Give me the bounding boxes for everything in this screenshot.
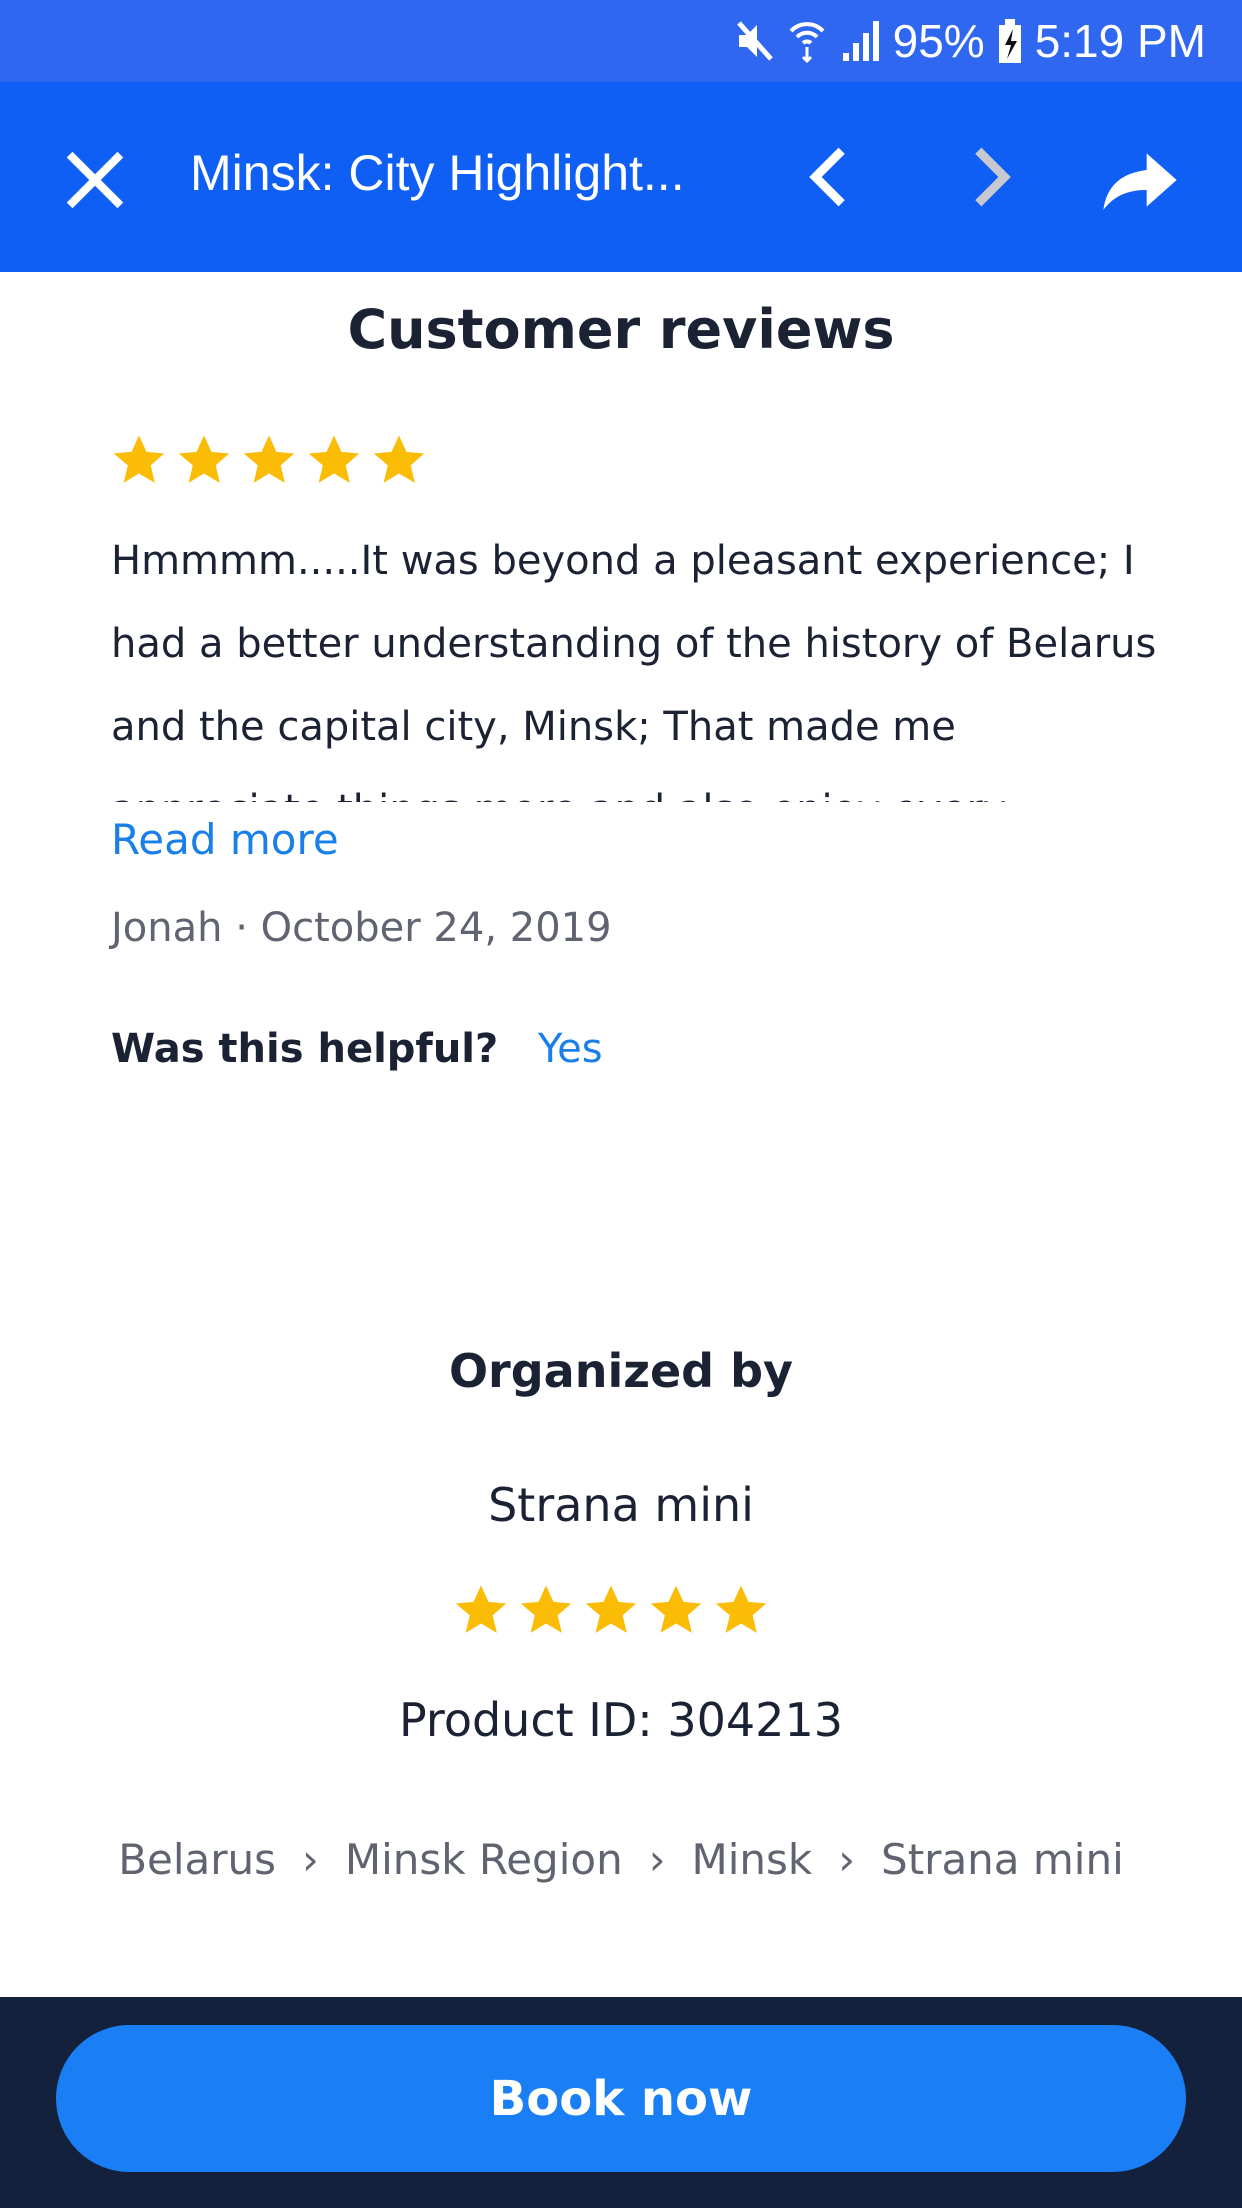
review-author: Jonah (111, 905, 223, 951)
mute-icon (736, 21, 773, 61)
helpful-label: Was this helpful? (111, 1026, 499, 1072)
meta-separator: · (235, 905, 248, 951)
star-icon (520, 1585, 572, 1633)
battery-charging-icon (998, 19, 1021, 63)
review-rating-stars (111, 432, 427, 488)
wifi-icon (789, 22, 825, 63)
forward-chevron-icon[interactable] (955, 142, 1025, 212)
clock: 5:19 PM (1034, 15, 1206, 67)
back-chevron-icon[interactable] (795, 142, 865, 212)
breadcrumb-separator-icon: › (302, 1835, 319, 1884)
star-icon (178, 435, 230, 483)
page-title: Minsk: City Highlight... (190, 145, 685, 201)
star-icon (650, 1585, 702, 1633)
star-icon (113, 435, 165, 483)
review-date: October 24, 2019 (260, 905, 612, 951)
helpful-yes-button[interactable]: Yes (538, 1026, 603, 1072)
toolbar: Minsk: City Highlight... (0, 82, 1242, 272)
breadcrumb-item[interactable]: Minsk (692, 1835, 813, 1884)
close-icon[interactable] (60, 150, 130, 210)
breadcrumb-item[interactable]: Belarus (118, 1835, 276, 1884)
star-icon (373, 435, 425, 483)
breadcrumb: Belarus › Minsk Region › Minsk › Strana min… (0, 1835, 1242, 1884)
review-meta: Jonah · October 24, 2019 (111, 905, 612, 951)
reviews-heading: Customer reviews (347, 298, 895, 361)
star-icon (243, 435, 295, 483)
breadcrumb-item[interactable]: Strana mini (881, 1835, 1124, 1884)
star-icon (715, 1585, 767, 1633)
breadcrumb-item[interactable]: Minsk Region (345, 1835, 623, 1884)
organizer-rating-stars (453, 1582, 769, 1638)
breadcrumb-separator-icon: › (838, 1835, 856, 1884)
footer-bar: Book now (0, 1997, 1242, 2208)
signal-icon (842, 21, 879, 61)
star-icon (308, 435, 360, 483)
read-more-link[interactable]: Read more (111, 815, 339, 864)
organizer-name[interactable]: Strana mini (0, 1478, 1242, 1532)
breadcrumb-separator-icon: › (648, 1835, 666, 1884)
product-id: Product ID: 304213 (399, 1693, 843, 1747)
book-now-button[interactable]: Book now (56, 2025, 1186, 2172)
organizer-heading: Organized by (448, 1344, 794, 1398)
star-icon (455, 1585, 507, 1633)
share-icon[interactable] (1100, 140, 1180, 220)
battery-percent: 95% (892, 15, 985, 67)
status-bar: 95% 5:19 PM (0, 0, 1242, 82)
star-icon (585, 1585, 637, 1633)
review-text: Hmmmm.....It was beyond a pleasant exper… (111, 538, 1157, 802)
